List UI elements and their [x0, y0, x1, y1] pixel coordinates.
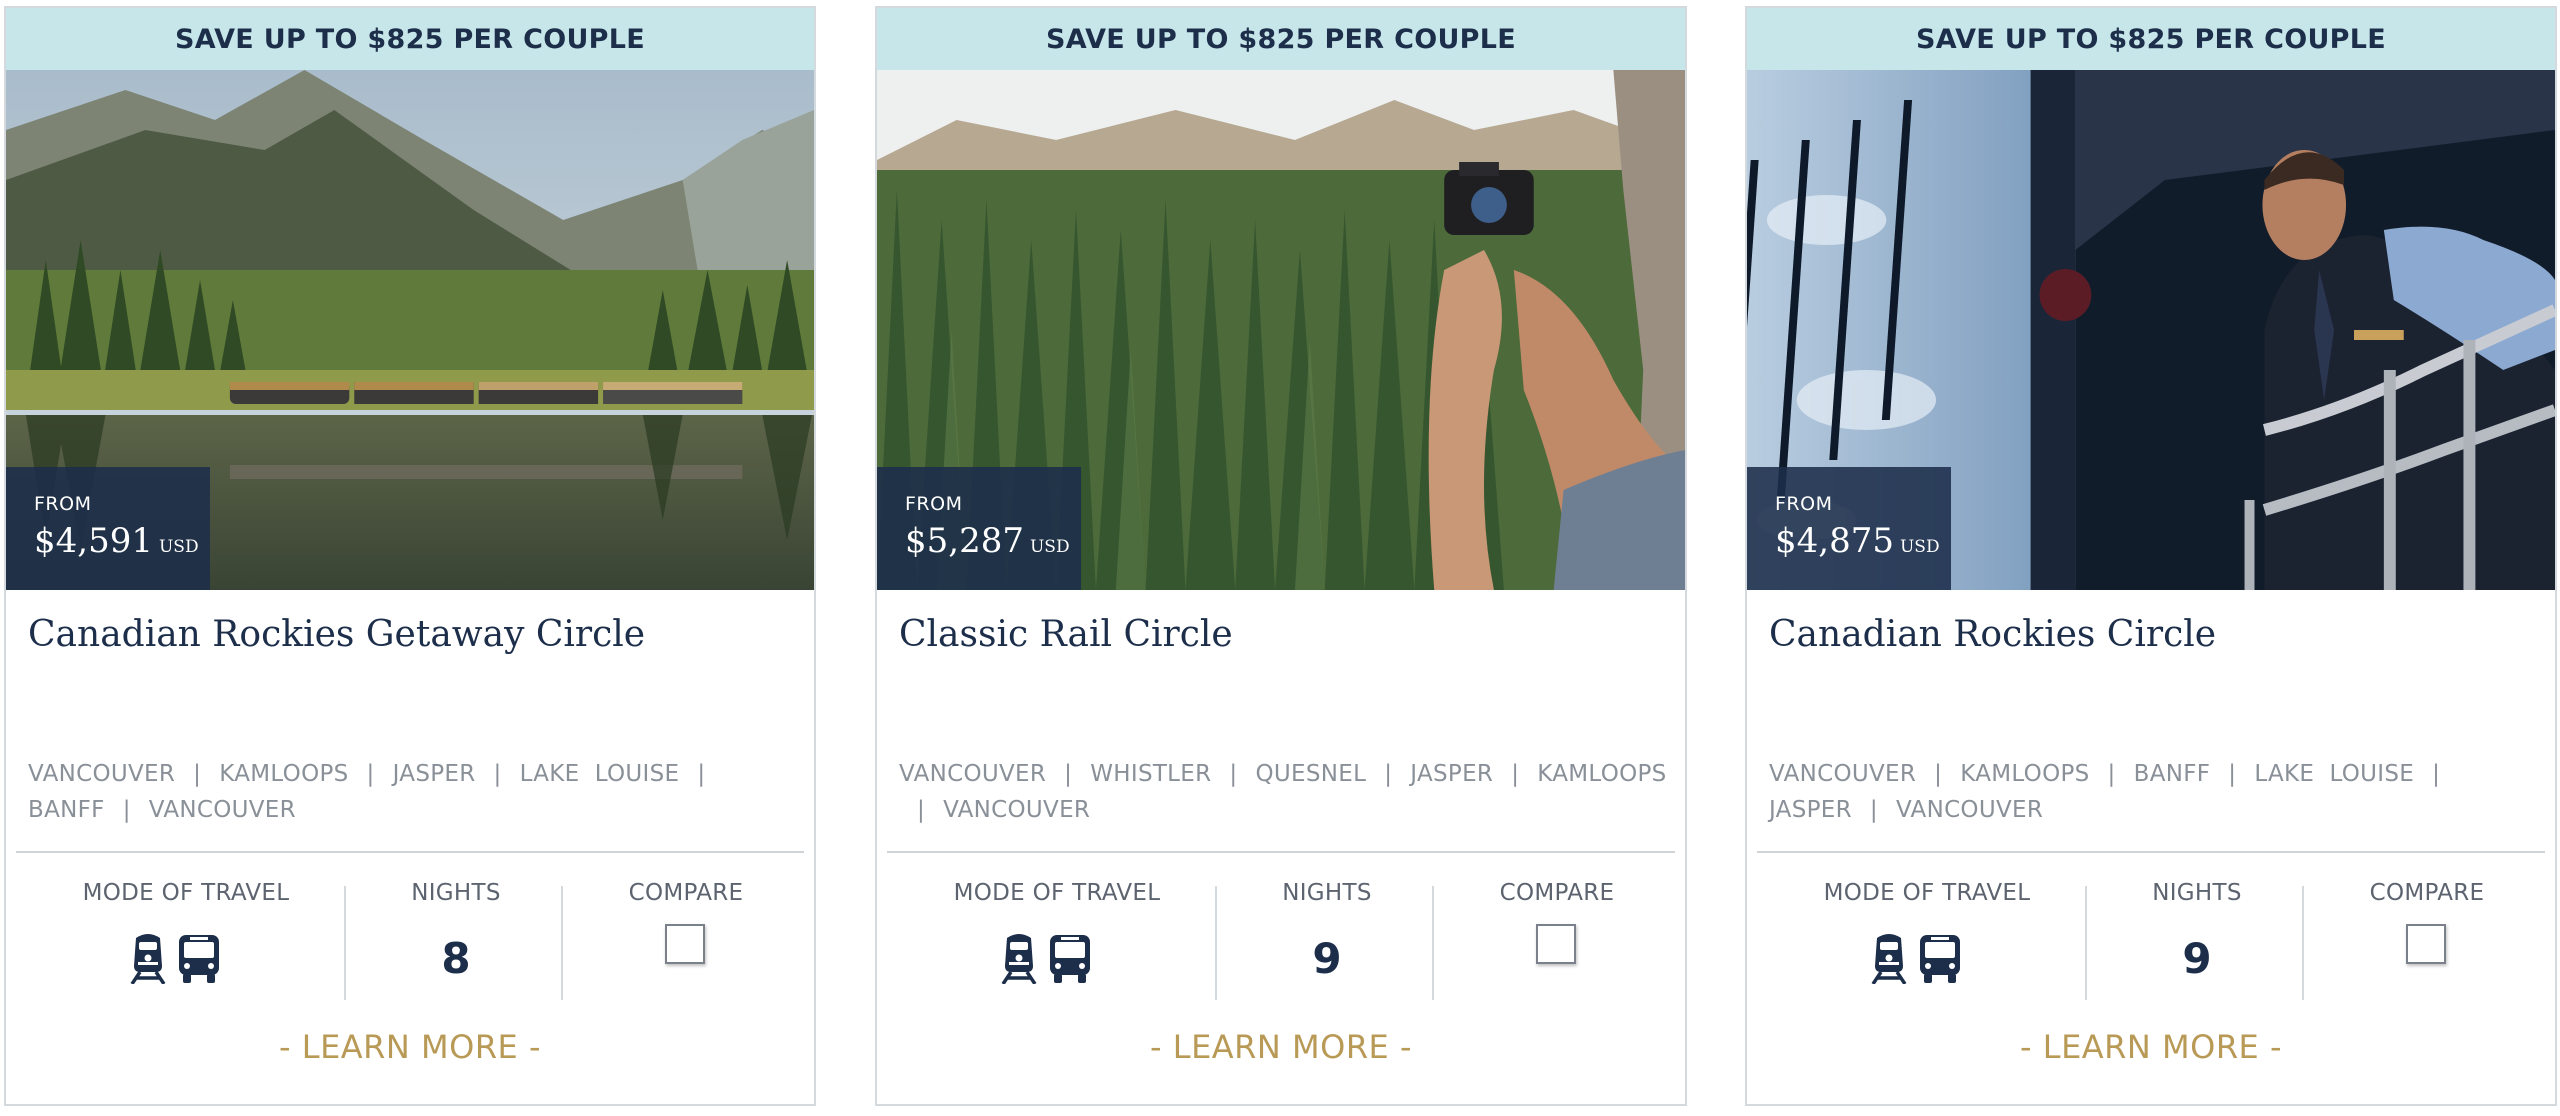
trip-photo-forest-camera[interactable]: FROM $5,287 USD	[877, 70, 1685, 590]
route-separator: |	[2432, 761, 2441, 787]
column-divider	[2302, 886, 2304, 1000]
learn-more-link[interactable]: - LEARN MORE -	[877, 1028, 1685, 1066]
savings-banner: SAVE UP TO $825 PER COUPLE	[6, 8, 814, 70]
trip-title[interactable]: Classic Rail Circle	[899, 613, 1669, 656]
column-divider	[344, 886, 346, 1000]
route-separator: |	[493, 761, 502, 787]
route-separator: |	[2107, 761, 2116, 787]
route-separator: |	[1384, 761, 1393, 787]
compare-label: COMPARE	[1499, 880, 1615, 906]
trip-stats: MODE OF TRAVEL NIGHTS COMPARE 9	[1747, 880, 2555, 1000]
route-stop: LAKE LOUISE	[2254, 761, 2415, 787]
route-stop: JASPER	[392, 761, 476, 787]
divider	[16, 851, 804, 853]
compare-checkbox[interactable]	[665, 924, 705, 964]
compare-checkbox[interactable]	[2406, 924, 2446, 964]
route-list: VANCOUVER | KAMLOOPS | BANFF | LAKE LOUISE |…	[1769, 760, 2539, 824]
price-from-label: FROM	[1775, 493, 1833, 515]
nights-value: 9	[2182, 934, 2212, 983]
train-icon	[1871, 934, 1907, 984]
route-stop: JASPER	[1410, 761, 1494, 787]
route-stop: VANCOUVER	[943, 797, 1091, 823]
price-currency: USD	[1899, 537, 1940, 557]
route-list: VANCOUVER | KAMLOOPS | JASPER | LAKE LOUISE…	[28, 760, 798, 824]
trip-stats: MODE OF TRAVEL NIGHTS COMPARE 8	[6, 880, 814, 1000]
learn-more-link[interactable]: - LEARN MORE -	[1747, 1028, 2555, 1066]
savings-banner: SAVE UP TO $825 PER COUPLE	[1747, 8, 2555, 70]
route-separator: |	[122, 797, 131, 823]
bus-icon	[1920, 935, 1960, 983]
route-separator: |	[193, 761, 202, 787]
trip-card[interactable]: SAVE UP TO $825 PER COUPLE	[4, 6, 816, 1106]
compare-checkbox[interactable]	[1536, 924, 1576, 964]
bus-icon	[1050, 935, 1090, 983]
route-separator: |	[1064, 761, 1073, 787]
trip-card[interactable]: SAVE UP TO $825 PER COUPLE	[1745, 6, 2557, 1106]
route-stop: KAMLOOPS	[1537, 761, 1667, 787]
mode-of-travel-label: MODE OF TRAVEL	[1823, 880, 2031, 906]
savings-banner: SAVE UP TO $825 PER COUPLE	[877, 8, 1685, 70]
route-separator: |	[366, 761, 375, 787]
route-stop: BANFF	[28, 797, 105, 823]
price-from-label: FROM	[905, 493, 963, 515]
train-icon	[130, 934, 166, 984]
route-separator: |	[1511, 761, 1520, 787]
column-divider	[1215, 886, 1217, 1000]
route-separator: |	[2228, 761, 2237, 787]
nights-label: NIGHTS	[1282, 880, 1372, 906]
price-tag: FROM $4,875 USD	[1747, 467, 1951, 590]
price-amount: $4,875	[1775, 521, 1894, 561]
price-from-label: FROM	[34, 493, 92, 515]
route-stop: WHISTLER	[1090, 761, 1212, 787]
route-separator: |	[1869, 797, 1878, 823]
column-divider	[1432, 886, 1434, 1000]
route-stop: VANCOUVER	[1769, 761, 1917, 787]
route-stop: VANCOUVER	[1895, 797, 2044, 823]
route-stop: LAKE LOUISE	[519, 761, 680, 787]
price-amount: $4,591	[34, 521, 153, 561]
nights-label: NIGHTS	[411, 880, 501, 906]
route-stop: VANCOUVER	[148, 797, 296, 823]
nights-value: 8	[441, 934, 471, 983]
trip-photo-mountains-train[interactable]: FROM $4,591 USD	[6, 70, 814, 590]
route-stop: KAMLOOPS	[1960, 761, 2090, 787]
price-currency: USD	[158, 537, 199, 557]
route-stop: KAMLOOPS	[219, 761, 349, 787]
mode-of-travel-label: MODE OF TRAVEL	[82, 880, 290, 906]
divider	[1757, 851, 2545, 853]
route-stop: VANCOUVER	[28, 761, 176, 787]
trip-title[interactable]: Canadian Rockies Circle	[1769, 613, 2539, 656]
route-stop: VANCOUVER	[899, 761, 1047, 787]
train-icon	[1001, 934, 1037, 984]
learn-more-link[interactable]: - LEARN MORE -	[6, 1028, 814, 1066]
column-divider	[561, 886, 563, 1000]
compare-label: COMPARE	[628, 880, 744, 906]
route-separator: |	[1229, 761, 1238, 787]
trip-stats: MODE OF TRAVEL NIGHTS COMPARE 9	[877, 880, 1685, 1000]
route-separator: |	[1934, 761, 1943, 787]
price-tag: FROM $4,591 USD	[6, 467, 210, 590]
route-stop: JASPER	[1769, 797, 1852, 823]
route-separator: |	[917, 797, 926, 823]
trip-photo-train-attendant[interactable]: FROM $4,875 USD	[1747, 70, 2555, 590]
price-currency: USD	[1029, 537, 1070, 557]
route-separator: |	[697, 761, 706, 787]
price-amount: $5,287	[905, 521, 1024, 561]
price-tag: FROM $5,287 USD	[877, 467, 1081, 590]
bus-icon	[179, 935, 219, 983]
trip-title[interactable]: Canadian Rockies Getaway Circle	[28, 613, 798, 656]
nights-value: 9	[1312, 934, 1342, 983]
mode-of-travel-label: MODE OF TRAVEL	[953, 880, 1161, 906]
nights-label: NIGHTS	[2152, 880, 2242, 906]
divider	[887, 851, 1675, 853]
route-list: VANCOUVER | WHISTLER | QUESNEL | JASPER | KA…	[899, 760, 1669, 824]
trip-card[interactable]: SAVE UP TO $825 PER COUPLE	[875, 6, 1687, 1106]
route-stop: BANFF	[2133, 761, 2211, 787]
column-divider	[2085, 886, 2087, 1000]
compare-label: COMPARE	[2369, 880, 2485, 906]
route-stop: QUESNEL	[1255, 761, 1367, 787]
